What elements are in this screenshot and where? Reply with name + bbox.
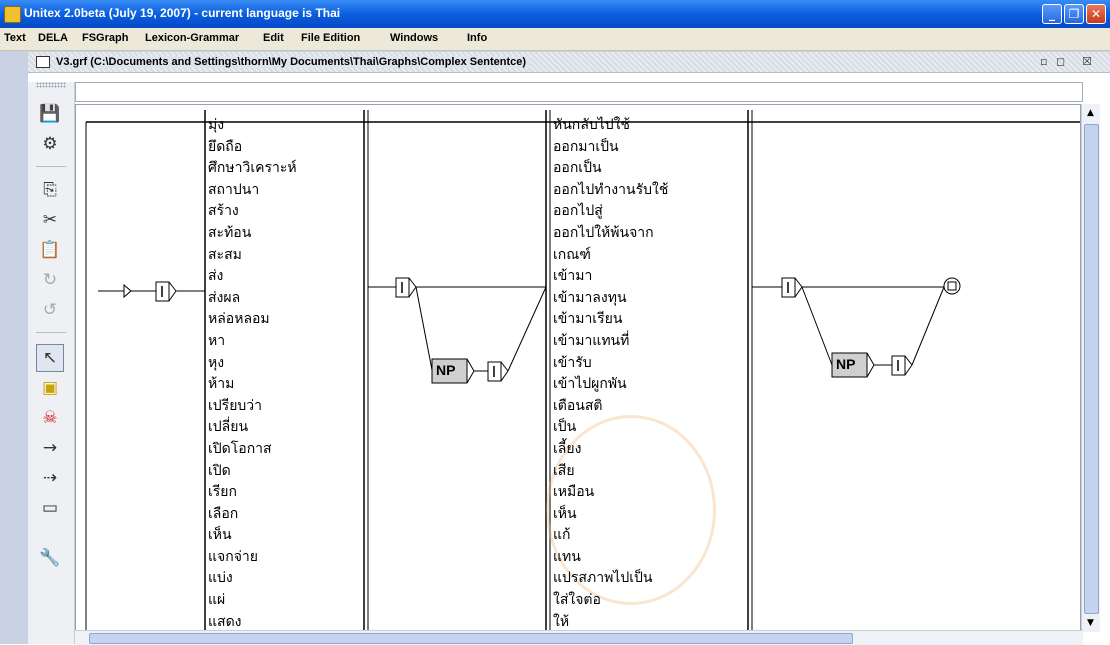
word-item: มุ่ง [208, 117, 225, 133]
menu-dela[interactable]: DELA [38, 32, 68, 44]
box-icon[interactable]: ▭ [36, 494, 64, 522]
word-item: ใส่ใจต่อ [553, 592, 601, 609]
word-item: ให้ [553, 613, 570, 630]
left-word-list: มุ่ง ยึดถือ ศึกษาวิเคราะห์ สถาปนา สร้าง … [208, 115, 297, 631]
word-item: เข้ามาลงทุน [553, 289, 627, 306]
compile-icon[interactable]: ⚙ [36, 130, 64, 158]
word-item: หา [208, 332, 226, 349]
graph-toolbar: 💾 ⚙ ⎘ ✂ 📋 ↻ ↺ ↖ ▣ ☠ → ⇢ ▭ 🔧 [28, 82, 75, 644]
word-item: ส่ง [208, 268, 224, 285]
frame-close-button[interactable]: ☒ [1082, 55, 1092, 68]
word-item: หันกลับไปใช้ [553, 117, 631, 133]
scroll-down-arrow[interactable]: ▼ [1084, 616, 1097, 630]
link-icon[interactable]: → [36, 434, 64, 462]
undo-icon[interactable]: ↺ [36, 296, 64, 324]
menu-bar: Text DELA FSGraph Lexicon-Grammar Edit F… [0, 28, 1110, 51]
word-item: เป็น [553, 419, 577, 436]
menu-lexicon-grammar[interactable]: Lexicon-Grammar [145, 32, 239, 44]
window-title: Unitex 2.0beta (July 19, 2007) - current… [24, 6, 341, 20]
toolbar-grip[interactable] [36, 82, 66, 88]
pointer-icon[interactable]: ↖ [36, 344, 64, 372]
paste-icon[interactable]: 📋 [36, 236, 64, 264]
copy-icon[interactable]: ⎘ [36, 176, 64, 204]
menu-windows[interactable]: Windows [390, 32, 438, 44]
word-item: แผ่ [208, 592, 226, 609]
word-item: ออกไปให้พ้นจาก [553, 224, 654, 241]
word-item: สร้าง [208, 203, 239, 220]
reverse-link-icon[interactable]: ⇢ [36, 464, 64, 492]
word-item: แจกจ่าย [208, 548, 258, 565]
word-item: เข้ามาเรียน [553, 311, 623, 328]
np-box-label[interactable]: NP [836, 356, 855, 372]
menu-edit[interactable]: Edit [263, 32, 284, 44]
word-item: หล่อหลอม [208, 311, 270, 328]
configure-icon[interactable]: 🔧 [36, 544, 64, 572]
word-item: ออกมาเป็น [553, 138, 619, 155]
menu-info[interactable]: Info [467, 32, 487, 44]
redo-icon[interactable]: ↻ [36, 266, 64, 294]
title-bar[interactable]: Unitex 2.0beta (July 19, 2007) - current… [0, 0, 1110, 28]
word-item: เปิดโอกาส [208, 440, 272, 457]
horizontal-scroll-thumb[interactable] [89, 633, 853, 644]
scroll-up-arrow[interactable]: ▲ [1084, 106, 1097, 120]
word-item: แสดง [208, 613, 242, 630]
word-item: ออกไปทำงานรับใช้ [553, 181, 669, 198]
maximize-button[interactable]: ❐ [1064, 4, 1084, 24]
word-item: ส่งผล [208, 289, 241, 306]
frame-iconify-button[interactable]: ▫ [1040, 55, 1047, 68]
kill-icon[interactable]: ☠ [36, 404, 64, 432]
word-item: เลือก [208, 505, 239, 522]
graph-canvas[interactable]: มุ่ง ยึดถือ ศึกษาวิเคราะห์ สถาปนา สร้าง … [75, 104, 1081, 632]
word-item: สะสม [208, 246, 242, 263]
minimize-button[interactable]: _ [1042, 4, 1062, 24]
word-item: เหมือน [553, 484, 595, 501]
word-item: เข้ารับ [553, 354, 592, 371]
word-item: เห็น [208, 527, 232, 544]
frame-maximize-button[interactable]: ◻ [1056, 55, 1065, 68]
word-item: เลี้ยง [553, 440, 582, 457]
np-box-label[interactable]: NP [436, 362, 455, 378]
word-item: แบ่ง [208, 570, 233, 587]
word-item: เข้าไปผูกพัน [553, 376, 627, 393]
word-item: เข้ามาแทนที่ [553, 332, 630, 349]
word-item: สะท้อน [208, 224, 252, 241]
word-item: เปลี่ยน [208, 419, 249, 436]
frame-icon [36, 56, 50, 68]
java-app-icon [4, 6, 21, 23]
graph-frame-titlebar[interactable]: V3.grf (C:\Documents and Settings\thorn\… [28, 52, 1110, 73]
word-item: ห้าม [208, 376, 235, 393]
open-box-icon[interactable]: ▣ [36, 374, 64, 402]
vertical-scrollbar[interactable]: ▲ ▼ [1081, 104, 1100, 632]
word-item: เปิด [208, 462, 231, 479]
word-item: แทน [553, 548, 581, 565]
word-item: แปรสภาพไปเป็น [553, 570, 653, 587]
right-word-list: หันกลับไปใช้ ออกมาเป็น ออกเป็น ออกไปทำงา… [553, 115, 669, 631]
word-item: เห็น [553, 505, 577, 522]
word-item: เข้ามา [553, 268, 593, 285]
box-text-field[interactable] [75, 82, 1083, 102]
menu-file-edition[interactable]: File Edition [301, 32, 360, 44]
word-item: ศึกษาวิเคราะห์ [208, 160, 297, 177]
word-item: หุง [208, 354, 225, 371]
vertical-scroll-thumb[interactable] [1084, 124, 1099, 614]
word-item: เรียก [208, 484, 237, 501]
word-item: เสีย [553, 462, 575, 479]
word-item: เปรียบว่า [208, 397, 263, 414]
cut-icon[interactable]: ✂ [36, 206, 64, 234]
word-item: ออกไปสู่ [553, 203, 603, 220]
word-item: เกณฑ์ [553, 246, 591, 263]
close-button[interactable]: ✕ [1086, 4, 1106, 24]
word-item: ออกเป็น [553, 160, 602, 177]
word-item: ยึดถือ [208, 138, 243, 155]
horizontal-scrollbar[interactable] [75, 630, 1083, 645]
word-item: เตือนสติ [553, 397, 603, 414]
menu-text[interactable]: Text [4, 32, 26, 44]
word-item: แก้ [553, 527, 571, 544]
menu-fsgraph[interactable]: FSGraph [82, 32, 128, 44]
graph-frame-title: V3.grf (C:\Documents and Settings\thorn\… [56, 56, 531, 68]
save-icon[interactable]: 💾 [36, 100, 64, 128]
word-item: สถาปนา [208, 181, 260, 198]
